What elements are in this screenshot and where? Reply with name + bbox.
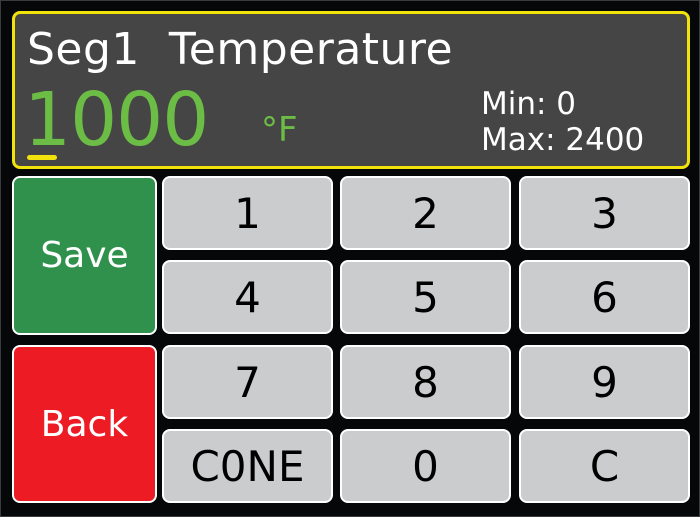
min-label: Min: 0 [481,86,577,122]
key-3[interactable]: 3 [519,176,690,250]
key-8[interactable]: 8 [340,345,511,419]
key-cone[interactable]: C0NE [162,429,333,503]
key-9[interactable]: 9 [519,345,690,419]
max-label: Max: 2400 [481,122,645,158]
unit-label: °F [261,110,298,150]
value-readout: 1000 [24,77,209,163]
parameter-title: Seg1 Temperature [27,24,454,75]
value-display-panel: Seg1 Temperature 1000 °F Min: 0 Max: 240… [12,11,690,169]
key-4[interactable]: 4 [162,260,333,334]
key-6[interactable]: 6 [519,260,690,334]
key-5[interactable]: 5 [340,260,511,334]
save-button[interactable]: Save [12,176,157,335]
key-1[interactable]: 1 [162,176,333,250]
key-0[interactable]: 0 [340,429,511,503]
key-7[interactable]: 7 [162,345,333,419]
back-button[interactable]: Back [12,345,157,503]
limits: Min: 0 Max: 2400 [481,86,644,158]
key-2[interactable]: 2 [340,176,511,250]
key-clear[interactable]: C [519,429,690,503]
edit-cursor [27,155,57,160]
